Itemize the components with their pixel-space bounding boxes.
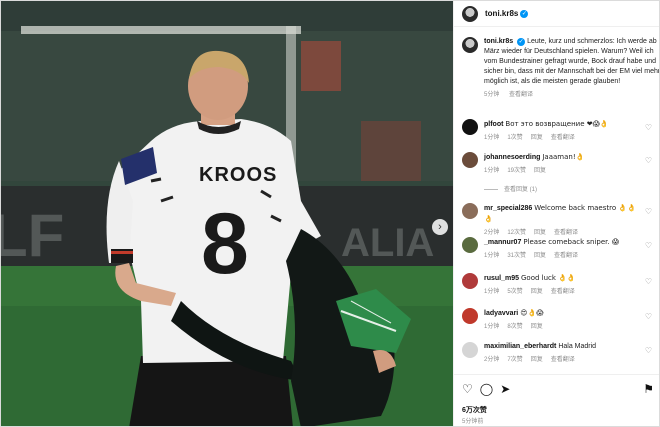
like-comment-heart-icon[interactable]: ♡: [645, 123, 652, 132]
post-actions-bar: ♡ ◯ ➤ ⚑ 6万次赞 5分钟前: [454, 374, 659, 426]
comment-time: 1分钟: [484, 253, 500, 259]
jersey-name: KROOS: [199, 164, 277, 186]
like-comment-heart-icon[interactable]: ♡: [645, 156, 652, 165]
comment-text: Please comeback sniper. 😱: [523, 238, 620, 246]
comment-username[interactable]: ladyavvari: [484, 310, 518, 317]
instagram-post-viewer: LF ALIA: [0, 0, 660, 427]
like-comment-heart-icon[interactable]: ♡: [645, 346, 652, 355]
post-photo[interactable]: LF ALIA: [1, 1, 453, 426]
comment-likes[interactable]: 12次赞: [507, 230, 526, 236]
caption-meta: 5分钟 查看翻译: [484, 90, 659, 100]
bookmark-icon[interactable]: ⚑: [643, 382, 654, 396]
post-side-panel: toni.kr8s ✓ toni.kr8s ✓ Leute, kurz und …: [453, 1, 660, 426]
comment-text: Hala Madrid: [558, 343, 597, 350]
comment-text: Вот это возвращение ❤😱👌: [505, 120, 609, 128]
heart-icon[interactable]: ♡: [462, 382, 473, 396]
comment-translate[interactable]: 查看翻译: [551, 289, 575, 295]
caption-translate[interactable]: 查看翻译: [509, 92, 533, 98]
comment-reply-button[interactable]: 回复: [531, 357, 543, 363]
commenter-avatar[interactable]: [462, 342, 478, 358]
comment-likes[interactable]: 5次赞: [507, 289, 522, 295]
like-comment-heart-icon[interactable]: ♡: [645, 277, 652, 286]
comment-likes[interactable]: 1次赞: [507, 135, 522, 141]
comment-reply-button[interactable]: 回复: [531, 289, 543, 295]
view-replies-toggle[interactable]: 查看回复 (1): [484, 184, 537, 193]
comment-text: 😍👌😱: [520, 309, 544, 317]
next-image-button[interactable]: ›: [432, 219, 448, 235]
comment-time: 1分钟: [484, 324, 500, 330]
comment-likes[interactable]: 19次赞: [507, 168, 526, 174]
author-username[interactable]: toni.kr8s ✓: [485, 9, 529, 18]
verified-badge-icon: ✓: [517, 38, 526, 46]
comments-list[interactable]: toni.kr8s ✓ Leute, kurz und schmerzlos: …: [454, 29, 660, 369]
commenter-avatar[interactable]: [462, 308, 478, 324]
like-comment-heart-icon[interactable]: ♡: [645, 312, 652, 321]
comment-username[interactable]: plfoot: [484, 121, 503, 128]
comment-reply-button[interactable]: 回复: [531, 135, 543, 141]
player-photo-illustration: LF ALIA: [1, 1, 453, 426]
send-icon[interactable]: ➤: [500, 382, 510, 396]
caption-avatar[interactable]: [462, 37, 478, 53]
commenter-avatar[interactable]: [462, 203, 478, 219]
commenter-avatar[interactable]: [462, 237, 478, 253]
comment-reply-button[interactable]: 回复: [534, 253, 546, 259]
comment-likes[interactable]: 7次赞: [507, 357, 522, 363]
chevron-right-icon: ›: [438, 220, 442, 233]
comment-reply-button[interactable]: 回复: [534, 168, 546, 174]
comment-time: 2分钟: [484, 357, 500, 363]
jersey-number: 8: [201, 196, 249, 292]
svg-text:ALIA: ALIA: [341, 221, 434, 265]
comment-username[interactable]: johannesoerding: [484, 154, 540, 161]
author-avatar[interactable]: [462, 5, 478, 22]
comment-translate[interactable]: 查看翻译: [551, 135, 575, 141]
verified-badge-icon: ✓: [520, 9, 529, 18]
svg-text:LF: LF: [1, 202, 64, 269]
comment-icon[interactable]: ◯: [480, 382, 493, 396]
comment-likes[interactable]: 31次赞: [507, 253, 526, 259]
comment-username[interactable]: mr_special286: [484, 205, 532, 212]
author-username-text[interactable]: toni.kr8s: [485, 9, 518, 18]
comment-reply-button[interactable]: 回复: [531, 324, 543, 330]
like-comment-heart-icon[interactable]: ♡: [645, 241, 652, 250]
like-comment-heart-icon[interactable]: ♡: [645, 207, 652, 216]
comment-time: 1分钟: [484, 135, 500, 141]
comment-translate[interactable]: 查看翻译: [554, 230, 578, 236]
replies-divider: [484, 188, 498, 190]
caption-text: Leute, kurz und schmerzlos: Ich werde ab…: [484, 38, 660, 85]
comment-reply-button[interactable]: 回复: [534, 230, 546, 236]
comment-username[interactable]: _mannur07: [484, 239, 521, 246]
commenter-avatar[interactable]: [462, 152, 478, 168]
post-time: 5分钟前: [462, 419, 484, 425]
comment-text: Jaaaman!👌: [542, 153, 585, 161]
comment-translate[interactable]: 查看翻译: [551, 357, 575, 363]
comment-username[interactable]: maximilian_eberhardt: [484, 343, 556, 350]
caption-time: 5分钟: [484, 92, 500, 98]
comment-username[interactable]: rusul_m95: [484, 275, 519, 282]
comment-likes[interactable]: 8次赞: [507, 324, 522, 330]
post-header: toni.kr8s ✓: [454, 1, 659, 27]
comment-time: 2分钟: [484, 230, 500, 236]
comment-time: 1分钟: [484, 168, 500, 174]
commenter-avatar[interactable]: [462, 273, 478, 289]
view-replies-label[interactable]: 查看回复 (1): [504, 187, 537, 193]
comment-time: 1分钟: [484, 289, 500, 295]
comment-text: Good luck 👌👌: [520, 274, 576, 282]
likes-count[interactable]: 6万次赞: [462, 405, 487, 415]
commenter-avatar[interactable]: [462, 119, 478, 135]
comment-translate[interactable]: 查看翻译: [554, 253, 578, 259]
caption-username[interactable]: toni.kr8s: [484, 38, 513, 45]
